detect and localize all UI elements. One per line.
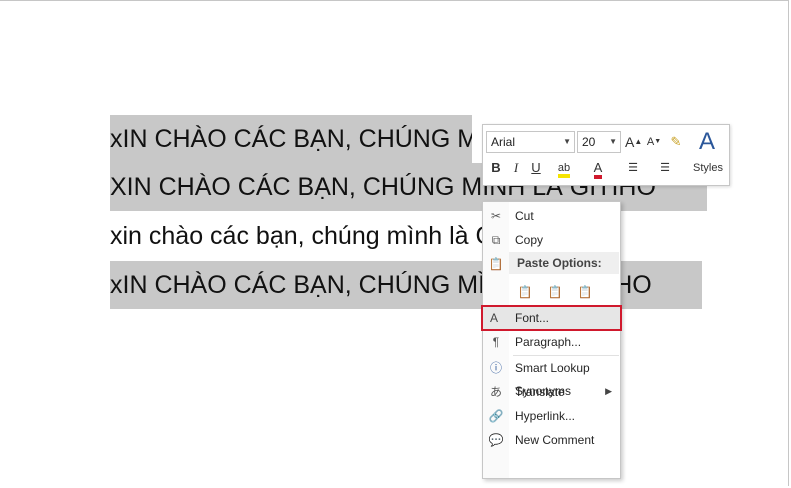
numbered-list-icon: ☰: [660, 162, 670, 174]
copy-icon: ⧉: [491, 233, 501, 247]
font-name-value: Arial: [491, 135, 516, 149]
menu-item-synonyms[interactable]: Synonyms ▶: [483, 379, 620, 403]
paragraph-icon: ¶: [492, 335, 500, 349]
menu-item-label: Hyperlink...: [515, 409, 576, 423]
paste-options-header: Paste Options:: [509, 252, 619, 274]
italic-button[interactable]: I: [509, 157, 523, 179]
menu-item-font[interactable]: A Font...: [481, 305, 622, 331]
shrink-font-button[interactable]: A▼: [646, 131, 662, 153]
styles-button[interactable]: A: [689, 127, 725, 157]
menu-item-label: New Comment: [515, 433, 595, 447]
grow-font-button[interactable]: A▲: [625, 131, 642, 153]
font-size-combo[interactable]: 20 ▼: [577, 131, 621, 153]
font-icon: A: [490, 311, 499, 325]
mini-toolbar: Arial ▼ 20 ▼ A▲ A▼ ✎ B I U ab A ☰ ☰ A St…: [482, 124, 730, 186]
font-name-combo[interactable]: Arial ▼: [486, 131, 575, 153]
bullets-button[interactable]: ☰: [621, 157, 645, 179]
styles-label: Styles: [693, 162, 723, 174]
document-line-1[interactable]: xIN CHÀO CÁC BẠN, CHÚNG MÌNH LÀ GITIHO: [110, 115, 472, 163]
menu-item-label: Smart Lookup: [515, 361, 590, 375]
menu-item-hyperlink[interactable]: 🔗 Hyperlink...: [483, 404, 620, 428]
paste-merge-formatting-icon: 📋: [547, 285, 563, 299]
font-color-button[interactable]: A: [585, 157, 611, 179]
chevron-down-icon: ▼: [563, 137, 571, 146]
smart-lookup-icon: ⓘ: [489, 361, 502, 375]
comment-icon: 💬: [488, 433, 504, 447]
numbering-button[interactable]: ☰: [653, 157, 677, 179]
menu-item-cut[interactable]: ✂ Cut: [483, 204, 620, 228]
document-line-3[interactable]: xin chào các bạn, chúng mình là Gitiho: [110, 212, 482, 260]
menu-item-new-comment[interactable]: 💬 New Comment: [483, 428, 620, 452]
paste-merge-formatting-button[interactable]: 📋: [543, 280, 567, 304]
context-menu: ✂ Cut ⧉ Copy 📋 Paste Options: 📋 📋 📋 あ Tr…: [482, 201, 621, 479]
paste-keep-formatting-icon: 📋: [517, 285, 533, 299]
menu-item-label: Synonyms: [515, 384, 572, 398]
scissors-icon: ✂: [490, 209, 502, 223]
chevron-down-icon: ▼: [609, 137, 617, 146]
clipboard-icon: 📋: [488, 257, 504, 271]
paste-text-only-icon: 📋: [577, 285, 593, 299]
menu-item-smart-lookup[interactable]: ⓘ Smart Lookup: [483, 356, 620, 380]
bullet-list-icon: ☰: [628, 162, 638, 174]
chevron-right-icon: ▶: [605, 386, 612, 396]
underline-button[interactable]: U: [529, 157, 543, 179]
paste-text-only-button[interactable]: 📋: [573, 280, 597, 304]
format-painter-button[interactable]: ✎: [667, 131, 685, 153]
paste-keep-formatting-button[interactable]: 📋: [513, 280, 537, 304]
menu-item-label: Cut: [515, 209, 534, 223]
menu-item-label: Copy: [515, 233, 544, 247]
highlight-button[interactable]: ab: [551, 157, 577, 179]
menu-item-label: Font...: [515, 311, 550, 325]
highlight-icon: ab: [557, 162, 571, 178]
font-size-value: 20: [582, 135, 596, 149]
bold-button[interactable]: B: [489, 157, 503, 179]
menu-item-copy[interactable]: ⧉ Copy: [483, 228, 620, 252]
styles-icon: A: [698, 128, 715, 155]
font-color-icon: A: [593, 160, 603, 179]
link-icon: 🔗: [488, 409, 504, 423]
brush-icon: ✎: [670, 134, 682, 149]
menu-item-label: Paragraph...: [515, 335, 582, 349]
menu-item-paragraph[interactable]: ¶ Paragraph...: [483, 330, 620, 354]
grow-font-icon: A: [625, 134, 635, 150]
